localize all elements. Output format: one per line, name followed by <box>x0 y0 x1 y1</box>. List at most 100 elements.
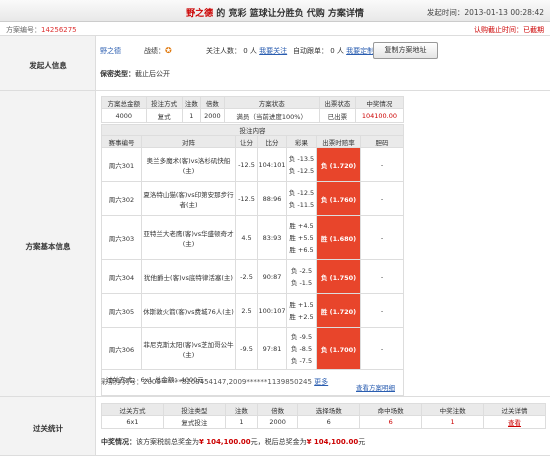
cell-multiple: 2000 <box>200 108 225 123</box>
ticket-serial-value: 2009******8208454147,2009******113985024… <box>143 378 312 386</box>
publish-label: 发起时间： <box>426 8 465 17</box>
summary-panel: 过关方式 投注类型 注数 倍数 选择场数 命中场数 中奖注数 过关详情 6x1 … <box>96 397 550 456</box>
cell-method: 复式 <box>145 108 183 123</box>
cell-bets: 1 <box>224 415 258 429</box>
bet-match: 休斯敦火箭(客)vs费城76人(主) <box>141 293 236 328</box>
section-plan-title: 方案基本信息 <box>25 242 71 251</box>
bet-odds: 胜 (1.720) <box>316 293 361 328</box>
bet-results: 负 -12.5 负 -11.5 <box>286 181 317 216</box>
page-header: 野之德 的 竞彩 篮球让分胜负 代购 方案详情 发起时间：2013-01-13 … <box>0 0 550 22</box>
bet-score: 97:81 <box>257 327 287 370</box>
follow-link[interactable]: 我要关注 <box>259 47 287 55</box>
bet-no: 周六305 <box>101 293 142 328</box>
bet-results: 负 -9.5 负 -8.5 负 -7.5 <box>286 327 317 370</box>
bet-result-item: 胜 +1.5 <box>289 300 314 309</box>
bet-result-item: 负 -7.5 <box>290 356 313 365</box>
bet-results: 负 -13.5 负 -12.5 <box>286 147 317 182</box>
bet-match: 夏洛特山猫(客)vs印第安那步行者(主) <box>141 181 236 216</box>
cell-details: 查看 <box>483 415 546 429</box>
view-details-link[interactable]: 查看方案明细 <box>356 382 395 392</box>
col-multiple: 倍数 <box>200 96 225 109</box>
title-user[interactable]: 野之德 <box>186 9 213 19</box>
bet-handicap: -2.5 <box>235 259 258 294</box>
initiator-name-link[interactable]: 野之德 <box>100 47 121 55</box>
col-bets: 注数 <box>224 403 258 416</box>
deadline: 认购截止时间：已截期 <box>474 25 544 35</box>
section-initiator-title: 发起人信息 <box>29 61 67 70</box>
bet-banker: - <box>360 293 404 328</box>
bet-result-item: 负 -1.5 <box>290 278 313 287</box>
sub-header: 方案编号：14256275 认购截止时间：已截期 <box>0 22 550 36</box>
col-ticket-status: 出票状态 <box>318 96 356 109</box>
copy-url-button[interactable]: 复制方案地址 <box>373 42 438 59</box>
col-match-no: 赛事编号 <box>101 135 142 148</box>
bet-result-item: 胜 +6.5 <box>289 245 314 254</box>
bet-no: 周六301 <box>101 147 142 182</box>
bet-row: 周六304 犹他爵士(客)vs底特律活塞(主) -2.5 90:87 负 -2.… <box>101 259 404 294</box>
bet-odds: 负 (1.700) <box>316 327 361 370</box>
customize-link[interactable]: 我要定制 <box>346 47 374 55</box>
bets-header-row: 赛事编号 对阵 让分 比分 彩果 出票时赔率 胆码 <box>101 135 404 148</box>
auto-follow-text: 自动跟单： 0 人 <box>293 47 344 55</box>
bet-result-item: 负 -12.5 <box>288 188 315 197</box>
bet-handicap: 4.5 <box>235 215 258 260</box>
cell-status: 满员（当前进度100%） <box>223 108 320 123</box>
bet-result-item: 胜 +5.5 <box>289 233 314 242</box>
ticket-serial: 彩票序列号：2009******8208454147,2009******113… <box>101 377 328 387</box>
bet-result-item: 负 -2.5 <box>290 266 313 275</box>
bet-results: 负 -2.5 负 -1.5 <box>286 259 317 294</box>
col-score: 比分 <box>257 135 287 148</box>
bet-banker: - <box>360 147 404 182</box>
publish-time: 发起时间：2013-01-13 00:28:42 <box>427 7 544 18</box>
record-label: 战绩： <box>144 47 165 55</box>
prize-note: 中奖情况：该方案税前总奖金为¥ 104,100.00元，税后总奖金为¥ 104,… <box>101 437 365 447</box>
plan-data-row: 4000 复式 1 2000 满员（当前进度100%） 已出票 104100.0… <box>101 108 405 123</box>
privacy-value: 截止后公开 <box>135 70 170 78</box>
cell-winning-bets: 1 <box>421 415 485 429</box>
col-total: 方案总金额 <box>101 96 147 109</box>
bet-odds: 胜 (1.680) <box>316 215 361 260</box>
auto-follow: 自动跟单： 0 人 我要定制 <box>293 46 374 56</box>
col-match: 对阵 <box>141 135 236 148</box>
privacy-label: 保密类型： <box>100 70 135 78</box>
bet-result-item: 负 -13.5 <box>288 154 315 163</box>
ticket-more-link[interactable]: 更多 <box>314 378 328 386</box>
bet-handicap: -12.5 <box>235 147 258 182</box>
prize-note-label: 中奖情况： <box>101 438 136 446</box>
summary-table: 过关方式 投注类型 注数 倍数 选择场数 命中场数 中奖注数 过关详情 6x1 … <box>101 403 546 429</box>
pretax-amount: ¥ 104,100.00 <box>199 438 251 446</box>
bet-no: 周六306 <box>101 327 142 370</box>
col-result: 彩果 <box>286 135 317 148</box>
bet-banker: - <box>360 215 404 260</box>
summary-data-row: 6x1 复式投注 1 2000 6 6 1 查看 <box>101 415 546 429</box>
bet-no: 周六303 <box>101 215 142 260</box>
prize-note-text: 元 <box>358 438 366 446</box>
title-text: 的 竞彩 篮球让分胜负 代购 方案详情 <box>213 9 364 19</box>
cell-selected: 6 <box>297 415 361 429</box>
section-plan-label: 方案基本信息 <box>0 91 96 397</box>
bet-result-item: 负 -11.5 <box>288 200 315 209</box>
plan-number: 方案编号：14256275 <box>6 25 77 35</box>
initiator-name[interactable]: 野之德 <box>100 46 121 56</box>
col-method: 投注方式 <box>145 96 183 109</box>
plan-header-row: 方案总金额 投注方式 注数 倍数 方案状态 出票状态 中奖情况 <box>101 96 405 109</box>
aftertax-amount: ¥ 104,100.00 <box>306 438 359 446</box>
record: 战绩：✪ <box>144 46 172 56</box>
followers: 关注人数： 0 人 我要关注 <box>206 46 287 56</box>
bets-table: 投注内容 赛事编号 对阵 让分 比分 彩果 出票时赔率 胆码 周六301 奥兰多… <box>101 124 404 396</box>
bets-title-row: 投注内容 <box>101 124 404 136</box>
col-winning-bets: 中奖注数 <box>421 403 485 416</box>
bet-score: 88:96 <box>257 181 287 216</box>
view-link[interactable]: 查看 <box>508 419 521 427</box>
privacy: 保密类型：截止后公开 <box>100 69 170 79</box>
bet-match: 亚特兰大老鹰(客)vs华盛顿奇才(主) <box>141 215 236 260</box>
bet-handicap: -9.5 <box>235 327 258 370</box>
col-count: 注数 <box>181 96 202 109</box>
cell-pass-method: 6x1 <box>101 415 164 429</box>
bet-match: 犹他爵士(客)vs底特律活塞(主) <box>141 259 236 294</box>
bet-score: 83:93 <box>257 215 287 260</box>
col-hits: 命中场数 <box>359 403 423 416</box>
publish-value: 2013-01-13 00:28:42 <box>464 8 544 17</box>
cell-hits: 6 <box>359 415 423 429</box>
bet-no: 周六302 <box>101 181 142 216</box>
